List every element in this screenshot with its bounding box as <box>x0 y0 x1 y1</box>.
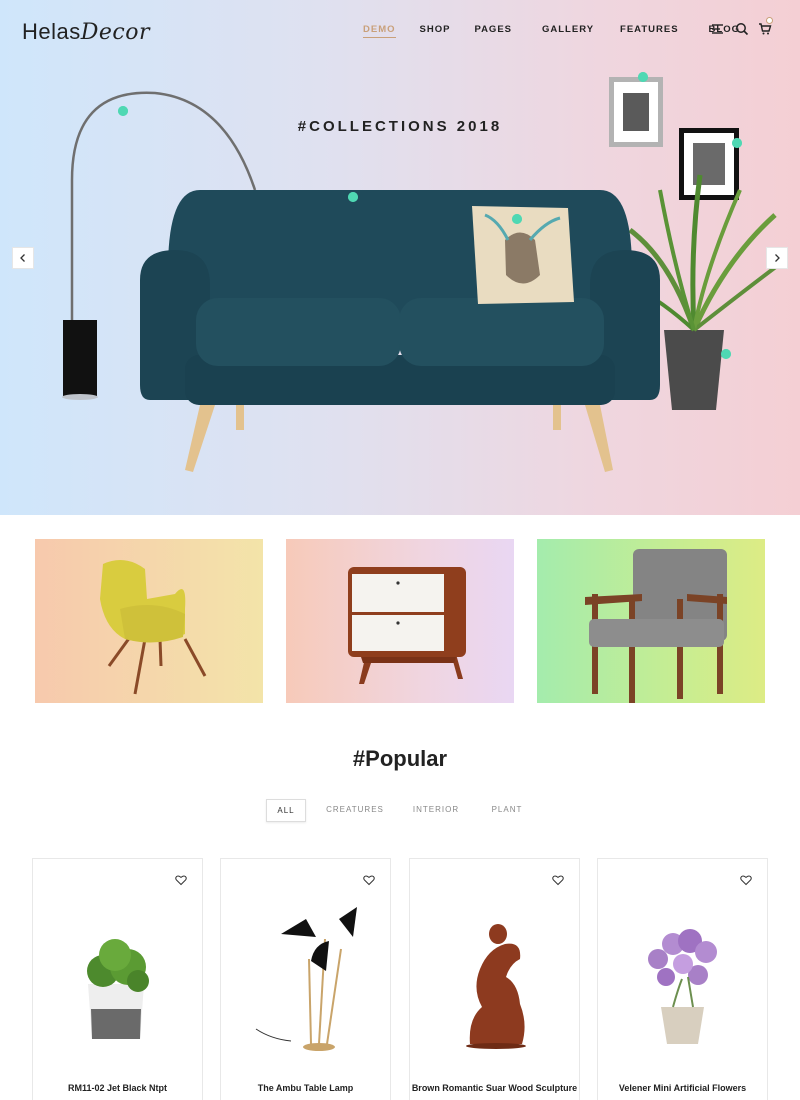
product-card[interactable]: RM11-02 Jet Black Ntpt <box>32 858 203 1100</box>
product-name[interactable]: The Ambu Table Lamp <box>221 1083 390 1093</box>
hotspot-frame[interactable] <box>638 72 648 82</box>
hotspot-sofa[interactable] <box>348 192 358 202</box>
heart-icon[interactable] <box>552 874 564 886</box>
category-banner-armchair[interactable] <box>35 539 263 703</box>
product-name[interactable]: Velener Mini Artificial Flowers <box>598 1083 767 1093</box>
product-name[interactable]: Brown Romantic Suar Wood Sculpture <box>410 1083 579 1093</box>
hero-slider: HelasDecor DEMO SHOP PAGES GALLERY FEATU… <box>0 0 800 515</box>
hotspot-plant[interactable] <box>721 349 731 359</box>
chevron-left-icon <box>20 254 25 262</box>
filter-creatures[interactable]: CREATURES <box>322 799 388 822</box>
filter-interior[interactable]: INTERIOR <box>408 799 464 822</box>
heart-icon[interactable] <box>175 874 187 886</box>
hero-image <box>62 72 787 472</box>
category-banner-tufted-chair[interactable] <box>537 539 765 703</box>
product-card[interactable]: The Ambu Table Lamp <box>220 858 391 1100</box>
deer-pillow-image <box>472 206 574 304</box>
nightstand-image <box>348 567 466 684</box>
product-card[interactable]: Velener Mini Artificial Flowers <box>597 858 768 1100</box>
popular-section-title: #Popular <box>352 746 448 771</box>
slider-prev-button[interactable] <box>12 247 34 269</box>
heart-icon[interactable] <box>740 874 752 886</box>
yellow-armchair-image <box>100 560 207 695</box>
product-name[interactable]: RM11-02 Jet Black Ntpt <box>33 1083 202 1093</box>
product-image-table-lamp <box>255 907 357 1051</box>
sofa-image <box>140 190 660 472</box>
product-image-artificial-flowers <box>648 929 717 1044</box>
filter-plant[interactable]: PLANT <box>485 799 529 822</box>
tufted-armchair-image <box>585 549 727 703</box>
slider-next-button[interactable] <box>766 247 788 269</box>
heart-icon[interactable] <box>363 874 375 886</box>
filter-all[interactable]: ALL <box>266 799 306 822</box>
hotspot-frame-2[interactable] <box>732 138 742 148</box>
wall-frames-image <box>609 77 739 200</box>
product-card[interactable]: Brown Romantic Suar Wood Sculpture <box>409 858 580 1100</box>
hotspot-pillow[interactable] <box>512 214 522 224</box>
chevron-right-icon <box>775 254 780 262</box>
product-image-wood-sculpture <box>466 924 526 1049</box>
product-image-planter <box>87 939 149 1039</box>
hotspot-lamp[interactable] <box>118 106 128 116</box>
category-banner-nightstand[interactable] <box>286 539 514 703</box>
